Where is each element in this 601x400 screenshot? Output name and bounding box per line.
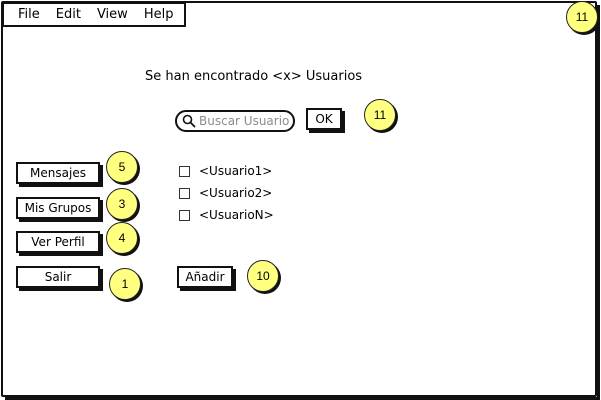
user-list-item[interactable]: <Usuario2> bbox=[179, 186, 272, 200]
ver-perfil-button[interactable]: Ver Perfil bbox=[16, 231, 100, 253]
user-checkbox[interactable] bbox=[179, 209, 190, 221]
mis-grupos-button[interactable]: Mis Grupos bbox=[16, 197, 100, 219]
results-count-text: Se han encontrado <x> Usuarios bbox=[145, 69, 363, 84]
user-checkbox[interactable] bbox=[179, 187, 190, 199]
ok-button[interactable]: OK bbox=[306, 108, 342, 130]
search-field[interactable] bbox=[175, 110, 295, 132]
search-icon bbox=[182, 114, 196, 128]
annotation-badge-salir: 1 bbox=[109, 268, 141, 300]
user-list-item[interactable]: <UsuarioN> bbox=[179, 208, 274, 222]
menu-edit[interactable]: Edit bbox=[56, 7, 81, 22]
annotation-badge-ok: 11 bbox=[364, 99, 396, 131]
menu-bar: File Edit View Help bbox=[2, 2, 186, 27]
search-input[interactable] bbox=[199, 114, 295, 128]
anadir-button[interactable]: Añadir bbox=[177, 266, 233, 288]
salir-button[interactable]: Salir bbox=[16, 266, 100, 288]
user-label: <Usuario1> bbox=[199, 164, 273, 178]
user-list-item[interactable]: <Usuario1> bbox=[179, 164, 272, 178]
menu-file[interactable]: File bbox=[18, 7, 40, 22]
window-shadow-right bbox=[597, 5, 600, 398]
user-checkbox[interactable] bbox=[179, 165, 190, 177]
user-label: <UsuarioN> bbox=[199, 208, 274, 222]
annotation-badge-mis-grupos: 3 bbox=[106, 188, 138, 220]
annotation-badge-ver-perfil: 4 bbox=[106, 222, 138, 254]
annotation-badge-top-right: 11 bbox=[566, 1, 598, 33]
annotation-badge-anadir: 10 bbox=[247, 260, 279, 292]
menu-help[interactable]: Help bbox=[144, 7, 174, 22]
mensajes-button[interactable]: Mensajes bbox=[16, 162, 100, 184]
menu-view[interactable]: View bbox=[97, 7, 128, 22]
annotation-badge-mensajes: 5 bbox=[106, 151, 138, 183]
user-label: <Usuario2> bbox=[199, 186, 273, 200]
